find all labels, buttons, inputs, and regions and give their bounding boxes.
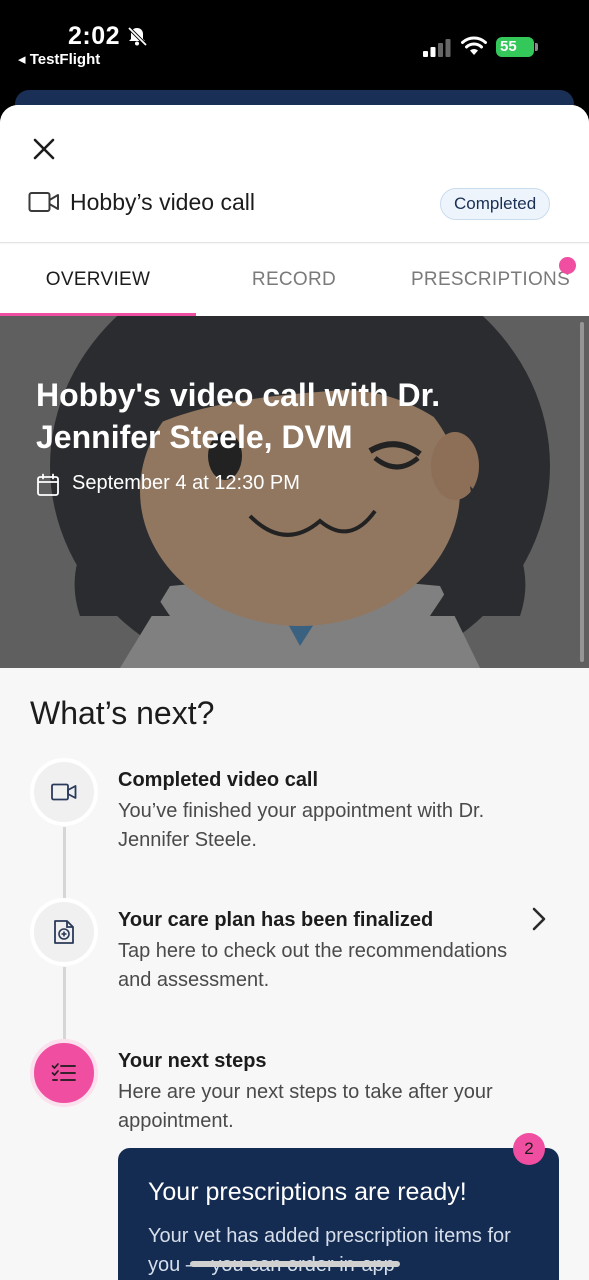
medical-document-icon (54, 920, 74, 944)
appointment-sheet: Hobby’s video call Completed OVERVIEW RE… (0, 105, 589, 1280)
tab-record[interactable]: RECORD (196, 244, 392, 316)
notification-dot (559, 257, 576, 274)
home-indicator[interactable] (190, 1261, 400, 1267)
whats-next-heading: What’s next? (30, 695, 215, 731)
hero-banner: Hobby's video call with Dr. Jennifer Ste… (0, 316, 589, 668)
calendar-icon (37, 473, 59, 496)
step-title-link[interactable]: Your care plan has been finalized (118, 909, 433, 932)
status-bar: 2:02 ◂ TestFlight 55 (0, 0, 589, 90)
checklist-icon (51, 1063, 76, 1081)
bell-muted-icon (127, 26, 148, 47)
timeline-connector (63, 827, 66, 899)
tab-prescriptions[interactable]: PRESCRIPTIONS (392, 244, 589, 316)
hero-title: Hobby's video call with Dr. Jennifer Ste… (36, 377, 441, 455)
battery-level: 55 (500, 38, 517, 55)
count-badge: 2 (513, 1133, 545, 1165)
step-video-call-circle (30, 758, 98, 826)
step-description[interactable]: Tap here to check out the recommendation… (118, 937, 538, 995)
close-icon[interactable] (30, 135, 58, 163)
video-camera-icon (28, 192, 59, 212)
wifi-icon (461, 36, 487, 55)
step-care-plan-circle[interactable] (30, 898, 98, 966)
card-description: Your vet has added prescription items fo… (148, 1225, 511, 1276)
cellular-signal-icon (423, 39, 451, 57)
step-title: Your next steps (118, 1050, 267, 1072)
back-to-testflight-link[interactable]: ◂ TestFlight (18, 50, 100, 68)
page-title: Hobby’s video call (70, 189, 255, 215)
tab-overview[interactable]: OVERVIEW (0, 244, 196, 316)
sheet-header: Hobby’s video call Completed (0, 105, 589, 243)
card-title: Your prescriptions are ready! (148, 1178, 467, 1206)
step-description: Here are your next steps to take after y… (118, 1081, 493, 1132)
step-next-steps-circle (30, 1039, 98, 1107)
step-description: You’ve finished your appointment with Dr… (118, 800, 485, 851)
step-title: Completed video call (118, 769, 319, 791)
status-badge: Completed (440, 188, 551, 220)
appointment-date: September 4 at 12:30 PM (72, 472, 300, 494)
scrollbar[interactable] (580, 322, 584, 662)
timeline-connector (63, 967, 66, 1039)
chevron-right-icon[interactable] (528, 905, 550, 933)
tab-bar: OVERVIEW RECORD PRESCRIPTIONS (0, 244, 589, 317)
video-camera-icon (51, 783, 77, 801)
battery-icon: 55 (496, 37, 538, 57)
status-time: 2:02 (68, 22, 121, 50)
